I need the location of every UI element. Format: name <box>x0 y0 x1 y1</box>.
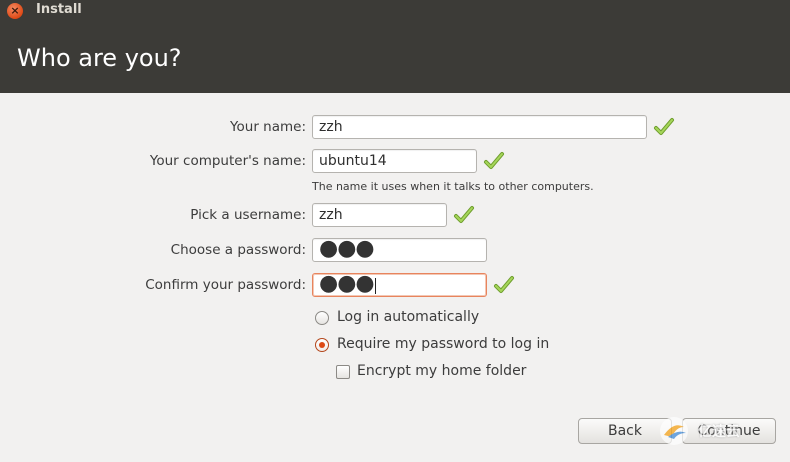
require-password-label[interactable]: Require my password to log in <box>337 336 549 352</box>
login-automatically-label[interactable]: Log in automatically <box>337 309 479 325</box>
page-header: Who are you? <box>0 22 790 93</box>
confirm-password-field[interactable]: ●●● <box>312 273 487 297</box>
computer-name-hint: The name it uses when it talks to other … <box>312 180 594 193</box>
password-field[interactable]: ●●● <box>312 238 487 262</box>
username-label: Pick a username: <box>190 207 306 223</box>
confirm-password-label: Confirm your password: <box>145 277 306 293</box>
title-bar: × Install <box>0 0 790 22</box>
close-icon[interactable]: × <box>7 3 23 19</box>
your-name-label: Your name: <box>230 119 306 135</box>
encrypt-home-checkbox[interactable] <box>336 365 350 379</box>
computer-name-field[interactable]: ubuntu14 <box>312 149 477 173</box>
watermark: 亿速云 <box>654 415 790 447</box>
page-title: Who are you? <box>17 44 182 72</box>
computer-name-label: Your computer's name: <box>149 153 306 169</box>
watermark-text: 亿速云 <box>698 424 740 440</box>
text-caret <box>374 278 376 294</box>
your-name-field[interactable]: zzh <box>312 115 647 139</box>
window-title: Install <box>36 2 82 17</box>
yisu-logo-icon <box>660 417 688 445</box>
checkmark-icon <box>654 118 674 135</box>
login-automatically-radio[interactable] <box>315 311 329 325</box>
checkmark-icon <box>484 152 504 169</box>
require-password-radio[interactable] <box>315 338 329 352</box>
password-label: Choose a password: <box>170 242 306 258</box>
username-field[interactable]: zzh <box>312 203 447 227</box>
encrypt-home-label[interactable]: Encrypt my home folder <box>357 363 526 379</box>
checkmark-icon <box>494 276 514 293</box>
checkmark-icon <box>454 206 474 223</box>
